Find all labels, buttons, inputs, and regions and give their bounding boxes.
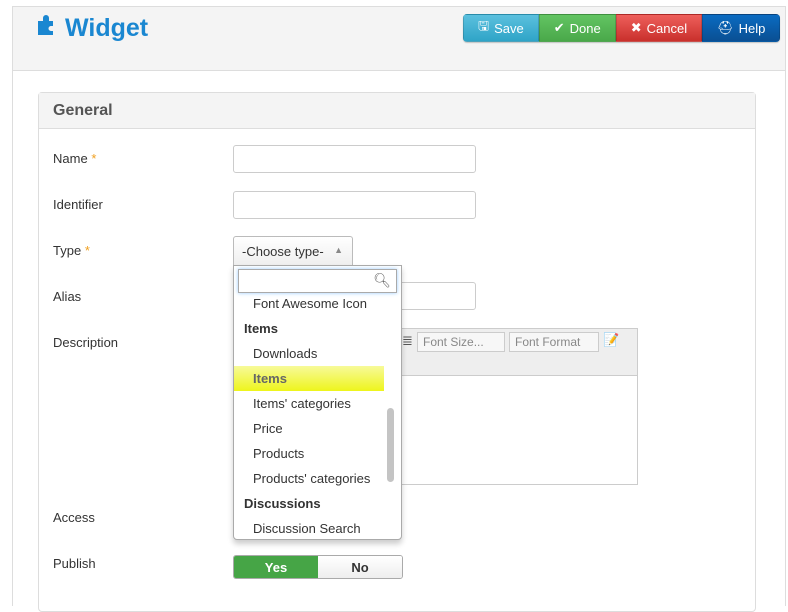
- description-editor[interactable]: ≣ Font Size... Font Format 📝: [398, 328, 638, 485]
- done-button[interactable]: ✔ Done: [538, 14, 616, 42]
- floppy-icon: 🖫: [478, 18, 490, 33]
- font-size-select[interactable]: Font Size...: [417, 332, 505, 352]
- editor-toolbar: ≣ Font Size... Font Format 📝: [399, 329, 637, 376]
- edit-source-icon[interactable]: 📝: [603, 332, 619, 348]
- caret-up-icon: ▲: [334, 245, 343, 255]
- type-select[interactable]: -Choose type- ▲: [233, 236, 353, 266]
- cancel-button[interactable]: ✖ Cancel: [615, 14, 703, 42]
- page-header: Widget 🖫 Save ✔ Done ✖ Cancel ⛑ Help: [13, 7, 785, 71]
- dropdown-search-input[interactable]: 🔍︎: [238, 269, 397, 293]
- dropdown-option[interactable]: Products: [234, 441, 384, 466]
- dropdown-option[interactable]: Downloads: [234, 341, 384, 366]
- alias-label: Alias: [53, 289, 82, 304]
- type-dropdown: 🔍︎ Font Awesome Icon Items Downloads Items I…: [233, 265, 402, 540]
- dropdown-group-label: Items: [244, 321, 278, 336]
- identifier-input[interactable]: [233, 191, 476, 219]
- puzzle-icon: [35, 13, 59, 44]
- font-format-select[interactable]: Font Format: [509, 332, 599, 352]
- identifier-label: Identifier: [53, 197, 103, 212]
- search-icon: 🔍︎: [373, 272, 391, 288]
- dropdown-option[interactable]: Price: [234, 416, 384, 441]
- publish-no-button[interactable]: No: [318, 556, 402, 578]
- dropdown-option[interactable]: Items: [234, 366, 384, 391]
- close-icon: ✖: [630, 20, 642, 35]
- check-icon: ✔: [553, 20, 565, 35]
- align-icon[interactable]: ≣: [402, 333, 413, 349]
- dropdown-option[interactable]: Items' categories: [234, 391, 384, 416]
- access-label: Access: [53, 510, 95, 525]
- publish-label: Publish: [53, 556, 96, 571]
- save-button[interactable]: 🖫 Save: [463, 14, 539, 42]
- name-input[interactable]: [233, 145, 476, 173]
- dropdown-group-label: Discussions: [244, 496, 321, 511]
- name-label: Name *: [53, 151, 97, 166]
- publish-toggle: Yes No: [233, 555, 403, 579]
- type-label: Type *: [53, 243, 90, 258]
- dropdown-scrollbar[interactable]: [387, 408, 394, 482]
- description-label: Description: [53, 335, 119, 350]
- lifebuoy-icon: ⛑: [717, 20, 734, 35]
- toolbar: 🖫 Save ✔ Done ✖ Cancel ⛑ Help: [463, 14, 781, 42]
- help-button[interactable]: ⛑ Help: [702, 14, 781, 42]
- dropdown-option[interactable]: Font Awesome Icon: [234, 291, 384, 316]
- page-title: Widget: [35, 13, 148, 44]
- dropdown-option[interactable]: Products' categories: [234, 466, 384, 491]
- publish-yes-button[interactable]: Yes: [234, 556, 318, 578]
- dropdown-option[interactable]: Discussion Search: [234, 516, 384, 539]
- panel-title: General: [39, 93, 755, 129]
